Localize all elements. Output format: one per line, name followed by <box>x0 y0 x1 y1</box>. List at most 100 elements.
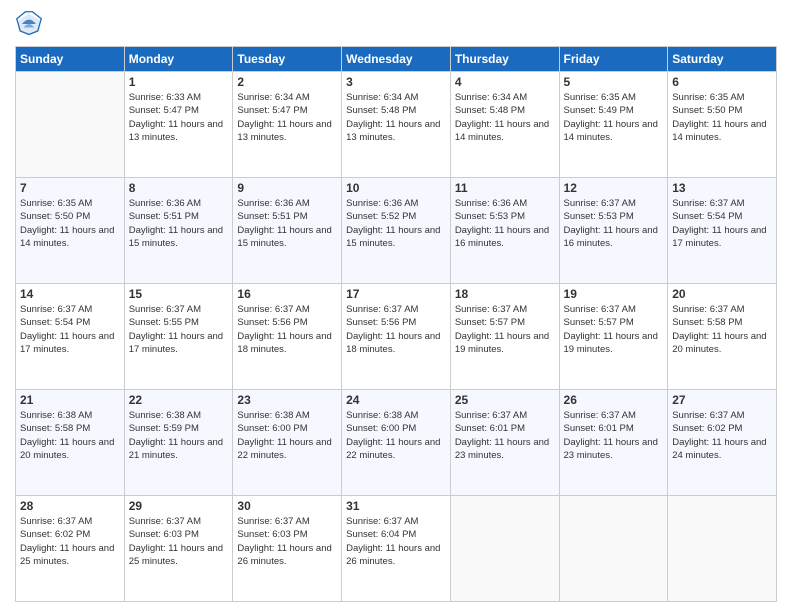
calendar-cell <box>16 72 125 178</box>
weekday-header-tuesday: Tuesday <box>233 47 342 72</box>
day-info: Sunrise: 6:37 AMSunset: 5:57 PMDaylight:… <box>455 303 555 356</box>
calendar-cell: 18 Sunrise: 6:37 AMSunset: 5:57 PMDayligh… <box>450 284 559 390</box>
calendar-table: SundayMondayTuesdayWednesdayThursdayFrid… <box>15 46 777 602</box>
weekday-header-sunday: Sunday <box>16 47 125 72</box>
calendar-cell: 24 Sunrise: 6:38 AMSunset: 6:00 PMDayligh… <box>342 390 451 496</box>
calendar-cell: 30 Sunrise: 6:37 AMSunset: 6:03 PMDayligh… <box>233 496 342 602</box>
day-info: Sunrise: 6:36 AMSunset: 5:52 PMDaylight:… <box>346 197 446 250</box>
page: SundayMondayTuesdayWednesdayThursdayFrid… <box>0 0 792 612</box>
day-number: 1 <box>129 75 229 89</box>
day-number: 19 <box>564 287 664 301</box>
day-number: 15 <box>129 287 229 301</box>
calendar-week-2: 7Sunrise: 6:35 AMSunset: 5:50 PMDaylight… <box>16 178 777 284</box>
day-info: Sunrise: 6:34 AMSunset: 5:48 PMDaylight:… <box>346 91 446 144</box>
day-info: Sunrise: 6:34 AMSunset: 5:48 PMDaylight:… <box>455 91 555 144</box>
calendar-cell: 25 Sunrise: 6:37 AMSunset: 6:01 PMDayligh… <box>450 390 559 496</box>
calendar-cell: 28 Sunrise: 6:37 AMSunset: 6:02 PMDayligh… <box>16 496 125 602</box>
day-info: Sunrise: 6:35 AMSunset: 5:50 PMDaylight:… <box>672 91 772 144</box>
weekday-header-saturday: Saturday <box>668 47 777 72</box>
calendar-week-1: 1 Sunrise: 6:33 AMSunset: 5:47 PMDaylight… <box>16 72 777 178</box>
day-number: 22 <box>129 393 229 407</box>
calendar-cell: 9Sunrise: 6:36 AMSunset: 5:51 PMDaylight… <box>233 178 342 284</box>
logo <box>15 10 47 38</box>
calendar-cell: 11 Sunrise: 6:36 AMSunset: 5:53 PMDayligh… <box>450 178 559 284</box>
calendar-cell: 3 Sunrise: 6:34 AMSunset: 5:48 PMDaylight… <box>342 72 451 178</box>
day-info: Sunrise: 6:34 AMSunset: 5:47 PMDaylight:… <box>237 91 337 144</box>
calendar-cell: 1 Sunrise: 6:33 AMSunset: 5:47 PMDaylight… <box>124 72 233 178</box>
day-number: 24 <box>346 393 446 407</box>
weekday-header-monday: Monday <box>124 47 233 72</box>
calendar-cell: 4 Sunrise: 6:34 AMSunset: 5:48 PMDaylight… <box>450 72 559 178</box>
day-info: Sunrise: 6:37 AMSunset: 6:01 PMDaylight:… <box>455 409 555 462</box>
calendar-week-3: 14Sunrise: 6:37 AMSunset: 5:54 PMDayligh… <box>16 284 777 390</box>
day-number: 21 <box>20 393 120 407</box>
day-info: Sunrise: 6:37 AMSunset: 6:03 PMDaylight:… <box>129 515 229 568</box>
day-info: Sunrise: 6:36 AMSunset: 5:51 PMDaylight:… <box>129 197 229 250</box>
calendar-cell <box>559 496 668 602</box>
calendar-cell: 16 Sunrise: 6:37 AMSunset: 5:56 PMDayligh… <box>233 284 342 390</box>
day-info: Sunrise: 6:36 AMSunset: 5:53 PMDaylight:… <box>455 197 555 250</box>
day-number: 3 <box>346 75 446 89</box>
day-info: Sunrise: 6:37 AMSunset: 5:56 PMDaylight:… <box>237 303 337 356</box>
day-number: 2 <box>237 75 337 89</box>
day-number: 5 <box>564 75 664 89</box>
day-number: 18 <box>455 287 555 301</box>
day-info: Sunrise: 6:36 AMSunset: 5:51 PMDaylight:… <box>237 197 337 250</box>
day-number: 28 <box>20 499 120 513</box>
day-info: Sunrise: 6:38 AMSunset: 5:58 PMDaylight:… <box>20 409 120 462</box>
day-info: Sunrise: 6:37 AMSunset: 6:03 PMDaylight:… <box>237 515 337 568</box>
day-number: 26 <box>564 393 664 407</box>
day-info: Sunrise: 6:37 AMSunset: 5:57 PMDaylight:… <box>564 303 664 356</box>
calendar-cell <box>450 496 559 602</box>
calendar-cell: 12 Sunrise: 6:37 AMSunset: 5:53 PMDayligh… <box>559 178 668 284</box>
calendar-cell: 27Sunrise: 6:37 AMSunset: 6:02 PMDayligh… <box>668 390 777 496</box>
day-info: Sunrise: 6:38 AMSunset: 5:59 PMDaylight:… <box>129 409 229 462</box>
calendar-week-5: 28 Sunrise: 6:37 AMSunset: 6:02 PMDayligh… <box>16 496 777 602</box>
day-number: 16 <box>237 287 337 301</box>
day-info: Sunrise: 6:38 AMSunset: 6:00 PMDaylight:… <box>237 409 337 462</box>
calendar-cell: 23 Sunrise: 6:38 AMSunset: 6:00 PMDayligh… <box>233 390 342 496</box>
calendar-cell: 2 Sunrise: 6:34 AMSunset: 5:47 PMDaylight… <box>233 72 342 178</box>
day-number: 7 <box>20 181 120 195</box>
calendar-cell: 17Sunrise: 6:37 AMSunset: 5:56 PMDayligh… <box>342 284 451 390</box>
calendar-cell: 13 Sunrise: 6:37 AMSunset: 5:54 PMDayligh… <box>668 178 777 284</box>
calendar-cell: 10 Sunrise: 6:36 AMSunset: 5:52 PMDayligh… <box>342 178 451 284</box>
day-info: Sunrise: 6:37 AMSunset: 6:01 PMDaylight:… <box>564 409 664 462</box>
day-info: Sunrise: 6:37 AMSunset: 5:54 PMDaylight:… <box>20 303 120 356</box>
day-info: Sunrise: 6:37 AMSunset: 5:53 PMDaylight:… <box>564 197 664 250</box>
calendar-cell: 26 Sunrise: 6:37 AMSunset: 6:01 PMDayligh… <box>559 390 668 496</box>
day-info: Sunrise: 6:37 AMSunset: 6:04 PMDaylight:… <box>346 515 446 568</box>
calendar-cell: 19 Sunrise: 6:37 AMSunset: 5:57 PMDayligh… <box>559 284 668 390</box>
day-number: 10 <box>346 181 446 195</box>
day-info: Sunrise: 6:35 AMSunset: 5:49 PMDaylight:… <box>564 91 664 144</box>
logo-icon <box>15 10 43 38</box>
day-number: 12 <box>564 181 664 195</box>
weekday-header-friday: Friday <box>559 47 668 72</box>
calendar-cell: 31Sunrise: 6:37 AMSunset: 6:04 PMDayligh… <box>342 496 451 602</box>
weekday-header-thursday: Thursday <box>450 47 559 72</box>
day-number: 4 <box>455 75 555 89</box>
calendar-cell: 14Sunrise: 6:37 AMSunset: 5:54 PMDayligh… <box>16 284 125 390</box>
calendar-week-4: 21 Sunrise: 6:38 AMSunset: 5:58 PMDayligh… <box>16 390 777 496</box>
calendar-cell: 22 Sunrise: 6:38 AMSunset: 5:59 PMDayligh… <box>124 390 233 496</box>
day-number: 13 <box>672 181 772 195</box>
weekday-header-wednesday: Wednesday <box>342 47 451 72</box>
day-number: 30 <box>237 499 337 513</box>
day-number: 11 <box>455 181 555 195</box>
weekday-header-row: SundayMondayTuesdayWednesdayThursdayFrid… <box>16 47 777 72</box>
day-info: Sunrise: 6:38 AMSunset: 6:00 PMDaylight:… <box>346 409 446 462</box>
day-number: 29 <box>129 499 229 513</box>
day-number: 27 <box>672 393 772 407</box>
day-number: 6 <box>672 75 772 89</box>
calendar-cell: 7Sunrise: 6:35 AMSunset: 5:50 PMDaylight… <box>16 178 125 284</box>
calendar-cell: 15 Sunrise: 6:37 AMSunset: 5:55 PMDayligh… <box>124 284 233 390</box>
day-info: Sunrise: 6:37 AMSunset: 6:02 PMDaylight:… <box>20 515 120 568</box>
day-info: Sunrise: 6:37 AMSunset: 5:54 PMDaylight:… <box>672 197 772 250</box>
day-info: Sunrise: 6:37 AMSunset: 5:58 PMDaylight:… <box>672 303 772 356</box>
day-number: 25 <box>455 393 555 407</box>
day-info: Sunrise: 6:33 AMSunset: 5:47 PMDaylight:… <box>129 91 229 144</box>
day-number: 17 <box>346 287 446 301</box>
day-number: 8 <box>129 181 229 195</box>
day-info: Sunrise: 6:37 AMSunset: 5:55 PMDaylight:… <box>129 303 229 356</box>
day-number: 23 <box>237 393 337 407</box>
